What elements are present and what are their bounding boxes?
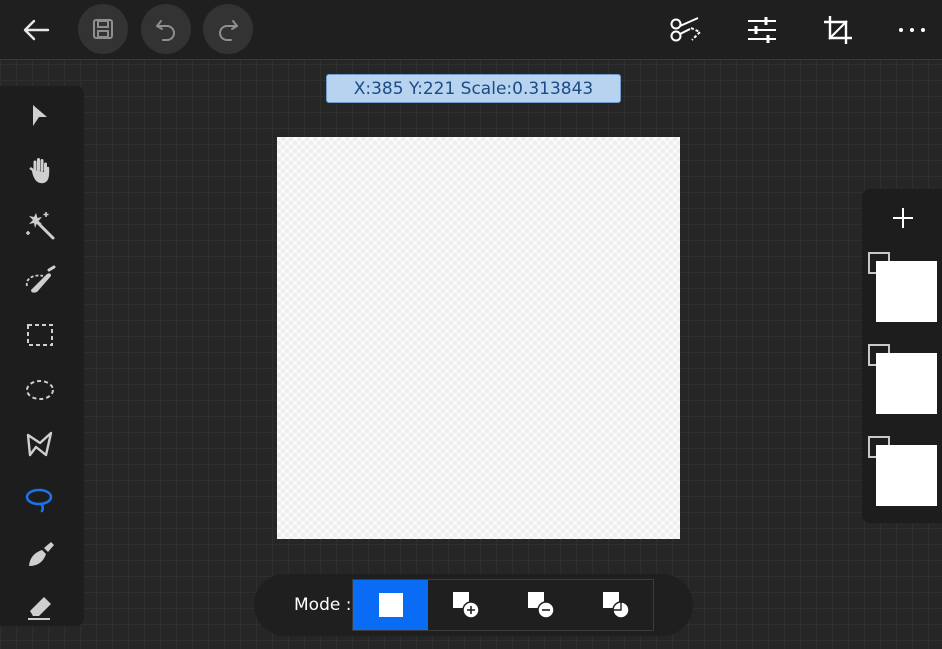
polygon-lasso-tool[interactable] (12, 425, 68, 465)
layer-item[interactable] (866, 344, 938, 420)
more-button[interactable] (892, 10, 932, 50)
layer-item[interactable] (866, 436, 938, 512)
layer-thumbnail (876, 261, 937, 322)
rectangle-select-tool[interactable] (12, 315, 68, 355)
add-selection-button[interactable] (428, 580, 503, 630)
layer-item[interactable] (866, 252, 938, 328)
eraser-icon (28, 597, 51, 620)
intersect-selection-icon (602, 592, 630, 619)
back-button[interactable] (14, 8, 58, 52)
crop-icon (824, 16, 852, 44)
ellipse-select-tool[interactable] (12, 370, 68, 410)
intersect-selection-button[interactable] (578, 580, 653, 630)
selection-mode-bar: Mode : (254, 574, 693, 636)
hand-icon (29, 158, 50, 184)
tool-palette (0, 86, 84, 626)
ellipse-marquee-icon (26, 380, 54, 400)
brush-icon (29, 542, 54, 566)
mode-options (352, 579, 654, 631)
magic-wand-tool[interactable] (12, 205, 68, 245)
select-tool[interactable] (12, 96, 68, 136)
pan-tool[interactable] (12, 150, 68, 190)
add-layer-button[interactable] (886, 201, 920, 235)
back-arrow-icon (23, 19, 50, 41)
top-toolbar (0, 0, 942, 60)
layer-thumbnail (876, 353, 937, 414)
layer-thumbnail (876, 445, 937, 506)
plus-icon (893, 208, 913, 228)
eraser-tool[interactable] (12, 586, 68, 626)
brush-tool[interactable] (12, 535, 68, 575)
subtract-selection-icon (527, 592, 555, 619)
more-icon (899, 28, 925, 32)
crop-button[interactable] (816, 10, 860, 50)
lasso-icon (25, 488, 53, 513)
mode-label: Mode : (294, 595, 352, 615)
save-icon (93, 19, 113, 39)
subtract-selection-button[interactable] (503, 580, 578, 630)
adjustments-button[interactable] (740, 10, 784, 50)
new-selection-icon (378, 593, 403, 617)
selection-brush-icon (25, 265, 56, 293)
polygon-lasso-icon (26, 431, 53, 457)
scissors-icon (670, 17, 702, 42)
layers-panel (862, 189, 942, 523)
add-selection-icon (452, 592, 480, 619)
redo-button[interactable] (203, 4, 253, 54)
undo-icon (156, 20, 175, 41)
coordinates-readout: X:385 Y:221 Scale:0.313843 (326, 74, 621, 103)
lasso-tool[interactable] (12, 480, 68, 520)
undo-button[interactable] (141, 4, 191, 54)
new-selection-button[interactable] (353, 580, 428, 630)
adjustments-icon (748, 17, 776, 43)
redo-icon (219, 20, 238, 41)
selection-brush-tool[interactable] (12, 260, 68, 300)
image-canvas[interactable] (277, 137, 680, 539)
arrow-cursor-icon (33, 105, 47, 126)
magic-wand-icon (26, 212, 55, 240)
cutout-button[interactable] (664, 10, 708, 50)
save-button[interactable] (78, 4, 128, 54)
rect-marquee-icon (27, 324, 53, 346)
